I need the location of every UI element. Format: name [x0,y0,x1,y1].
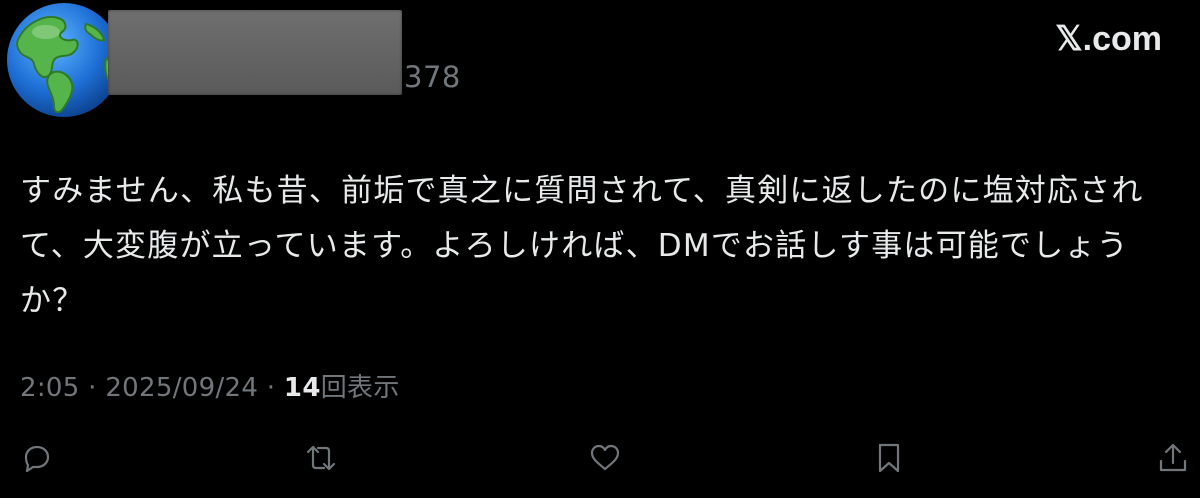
action-bar [0,438,1200,482]
display-name-redacted[interactable] [108,10,402,95]
post-meta: 2:05 · 2025/09/24 · 14回表示 [20,367,400,404]
handle-suffix[interactable]: 378 [404,60,461,94]
post-date[interactable]: 2025/09/24 [105,373,258,403]
reply-icon [24,445,50,473]
share-icon [1159,443,1187,472]
repost-button[interactable] [301,438,341,478]
post-time[interactable]: 2:05 [20,373,80,403]
like-icon [590,444,620,471]
share-button[interactable] [1153,438,1193,478]
repost-icon [306,445,336,471]
globe-americas-icon [7,3,121,117]
x-com-logo: 𝕏.com [1055,20,1162,58]
meta-separator: · [266,373,276,403]
avatar[interactable] [6,2,122,118]
bookmark-button[interactable] [869,438,909,478]
reply-button[interactable] [17,438,57,478]
bookmark-icon [878,443,900,473]
views-label: 回表示 [320,373,400,403]
post-text: すみません、私も昔、前垢で真之に質問されて、真剣に返したのに塩対応されて、大変腹… [20,173,1144,319]
like-button[interactable] [585,438,625,478]
views-count: 14 [283,373,321,403]
meta-separator: · [88,373,97,403]
